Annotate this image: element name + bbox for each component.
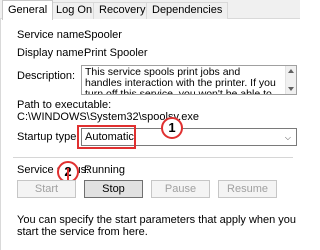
display-name-label: Display name: (17, 47, 87, 59)
stop-button[interactable]: Stop (84, 180, 143, 198)
resume-button[interactable]: Resume (218, 180, 277, 198)
tab-label: Dependencies (152, 4, 223, 16)
pause-button[interactable]: Pause (151, 180, 210, 198)
start-button-label: Start (34, 183, 59, 195)
tab-bar: General Log On Recovery Dependencies (0, 0, 300, 20)
tab-label: Log On (56, 4, 93, 16)
service-status-value: Running (84, 164, 125, 176)
scroll-down-icon[interactable] (288, 87, 294, 91)
tab-log-on[interactable]: Log On (50, 2, 99, 19)
resume-button-label: Resume (227, 183, 268, 195)
stop-button-label: Stop (102, 183, 125, 195)
start-button[interactable]: Start (17, 180, 76, 198)
callout-1-number: 1 (168, 120, 176, 135)
pause-button-label: Pause (164, 183, 197, 195)
description-value: This service spools print jobs and handl… (85, 66, 276, 95)
start-parameters-note: You can specify the start parameters tha… (17, 214, 297, 238)
description-label: Description: (17, 70, 76, 82)
startup-type-label: Startup type: (17, 131, 80, 143)
tab-recovery[interactable]: Recovery (93, 2, 152, 19)
scroll-up-icon[interactable] (288, 69, 294, 73)
description-scrollbar[interactable] (285, 66, 296, 94)
tab-label: General (8, 4, 48, 16)
tab-general[interactable]: General (2, 0, 54, 20)
startup-highlight-annotation (77, 125, 136, 149)
service-name-value: Spooler (84, 29, 122, 41)
tab-dependencies[interactable]: Dependencies (146, 2, 229, 19)
description-box[interactable]: This service spools print jobs and handl… (81, 65, 297, 95)
callout-1-badge: 1 (161, 117, 183, 139)
tab-label: Recovery (99, 4, 146, 16)
display-name-value: Print Spooler (84, 47, 148, 59)
service-name-label: Service name: (17, 29, 88, 41)
separator (13, 157, 293, 158)
chevron-down-icon[interactable]: ⌵ (285, 133, 291, 143)
path-label: Path to executable: (17, 99, 112, 111)
